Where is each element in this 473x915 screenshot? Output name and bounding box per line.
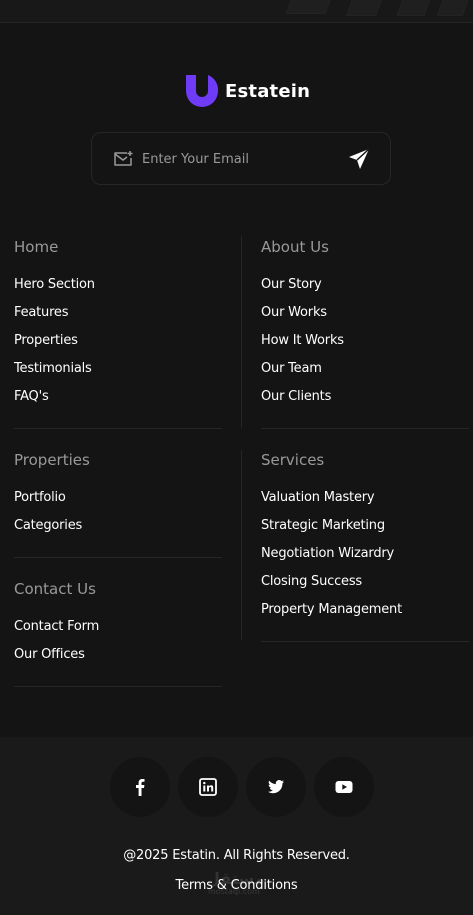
section-divider xyxy=(14,428,222,429)
link-closing-success[interactable]: Closing Success xyxy=(261,574,362,589)
link-faqs[interactable]: FAQ's xyxy=(14,389,49,404)
link-valuation-mastery[interactable]: Valuation Mastery xyxy=(261,490,375,505)
link-negotiation-wizardry[interactable]: Negotiation Wizardry xyxy=(261,546,394,561)
twitter-icon xyxy=(268,780,284,794)
section-divider xyxy=(14,686,222,687)
link-strategic-marketing[interactable]: Strategic Marketing xyxy=(261,518,385,533)
send-icon[interactable] xyxy=(347,147,371,171)
section-divider xyxy=(14,557,222,558)
link-properties[interactable]: Properties xyxy=(14,333,78,348)
link-our-story[interactable]: Our Story xyxy=(261,277,322,292)
about-column-title: About Us xyxy=(261,238,329,256)
top-decoration-strip xyxy=(0,0,473,23)
column-divider xyxy=(241,450,242,640)
link-property-management[interactable]: Property Management xyxy=(261,602,402,617)
linkedin-button[interactable] xyxy=(178,757,238,817)
link-our-clients[interactable]: Our Clients xyxy=(261,389,331,404)
facebook-button[interactable] xyxy=(110,757,170,817)
link-contact-form[interactable]: Contact Form xyxy=(14,619,99,634)
footer-bottom: @2025 Estatin. All Rights Reserved. مستق… xyxy=(0,737,473,915)
section-divider xyxy=(261,641,469,642)
section-divider xyxy=(261,428,469,429)
brand-logo[interactable]: Estatein xyxy=(184,73,310,109)
link-hero-section[interactable]: Hero Section xyxy=(14,277,95,292)
column-divider xyxy=(241,236,242,428)
properties-column-title: Properties xyxy=(14,451,90,469)
linkedin-icon xyxy=(199,778,217,796)
twitter-button[interactable] xyxy=(246,757,306,817)
copyright-text: @2025 Estatin. All Rights Reserved. xyxy=(123,848,350,863)
link-how-it-works[interactable]: How It Works xyxy=(261,333,344,348)
services-column-title: Services xyxy=(261,451,325,469)
email-input[interactable] xyxy=(142,147,332,171)
logo-icon xyxy=(186,75,219,107)
link-features[interactable]: Features xyxy=(14,305,69,320)
link-portfolio[interactable]: Portfolio xyxy=(14,490,66,505)
home-column-title: Home xyxy=(14,238,59,256)
terms-link[interactable]: Terms & Conditions xyxy=(0,878,473,893)
newsletter-form xyxy=(91,132,391,185)
link-our-team[interactable]: Our Team xyxy=(261,361,322,376)
contact-column-title: Contact Us xyxy=(14,580,96,598)
facebook-icon xyxy=(136,779,145,796)
link-our-offices[interactable]: Our Offices xyxy=(14,647,85,662)
link-our-works[interactable]: Our Works xyxy=(261,305,327,320)
mail-icon xyxy=(114,151,133,166)
brand-name: Estatein xyxy=(225,80,311,102)
link-testimonials[interactable]: Testimonials xyxy=(14,361,92,376)
youtube-icon xyxy=(335,781,353,793)
youtube-button[interactable] xyxy=(314,757,374,817)
link-categories[interactable]: Categories xyxy=(14,518,82,533)
